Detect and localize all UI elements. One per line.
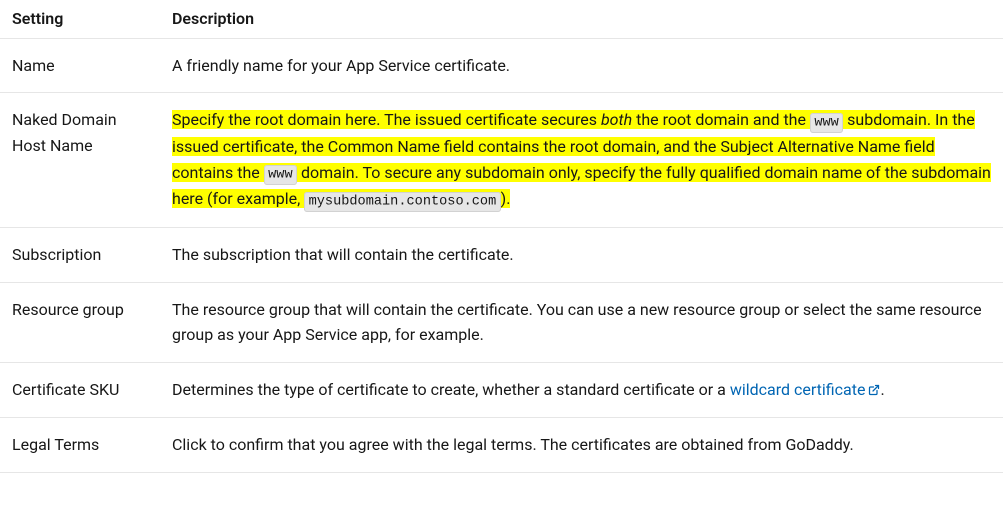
setting-name: Name — [0, 38, 160, 93]
external-link-icon — [868, 378, 880, 404]
table-row: Subscription The subscription that will … — [0, 228, 1003, 283]
table-row: Name A friendly name for your App Servic… — [0, 38, 1003, 93]
header-description: Description — [160, 0, 1003, 38]
setting-resource-group: Resource group — [0, 282, 160, 362]
setting-legal-terms: Legal Terms — [0, 418, 160, 473]
setting-naked-domain: Naked Domain Host Name — [0, 93, 160, 228]
desc-subscription: The subscription that will contain the c… — [160, 228, 1003, 283]
table-header-row: Setting Description — [0, 0, 1003, 38]
desc-legal-terms: Click to confirm that you agree with the… — [160, 418, 1003, 473]
table-row: Resource group The resource group that w… — [0, 282, 1003, 362]
desc-name: A friendly name for your App Service cer… — [160, 38, 1003, 93]
table-row: Legal Terms Click to confirm that you ag… — [0, 418, 1003, 473]
desc-naked-domain: Specify the root domain here. The issued… — [160, 93, 1003, 228]
desc-certificate-sku: Determines the type of certificate to cr… — [160, 362, 1003, 418]
header-setting: Setting — [0, 0, 160, 38]
wildcard-certificate-link[interactable]: wildcard certificate — [730, 380, 881, 399]
settings-table: Setting Description Name A friendly name… — [0, 0, 1003, 473]
setting-subscription: Subscription — [0, 228, 160, 283]
desc-resource-group: The resource group that will contain the… — [160, 282, 1003, 362]
table-row: Certificate SKU Determines the type of c… — [0, 362, 1003, 418]
table-row: Naked Domain Host Name Specify the root … — [0, 93, 1003, 228]
setting-certificate-sku: Certificate SKU — [0, 362, 160, 418]
